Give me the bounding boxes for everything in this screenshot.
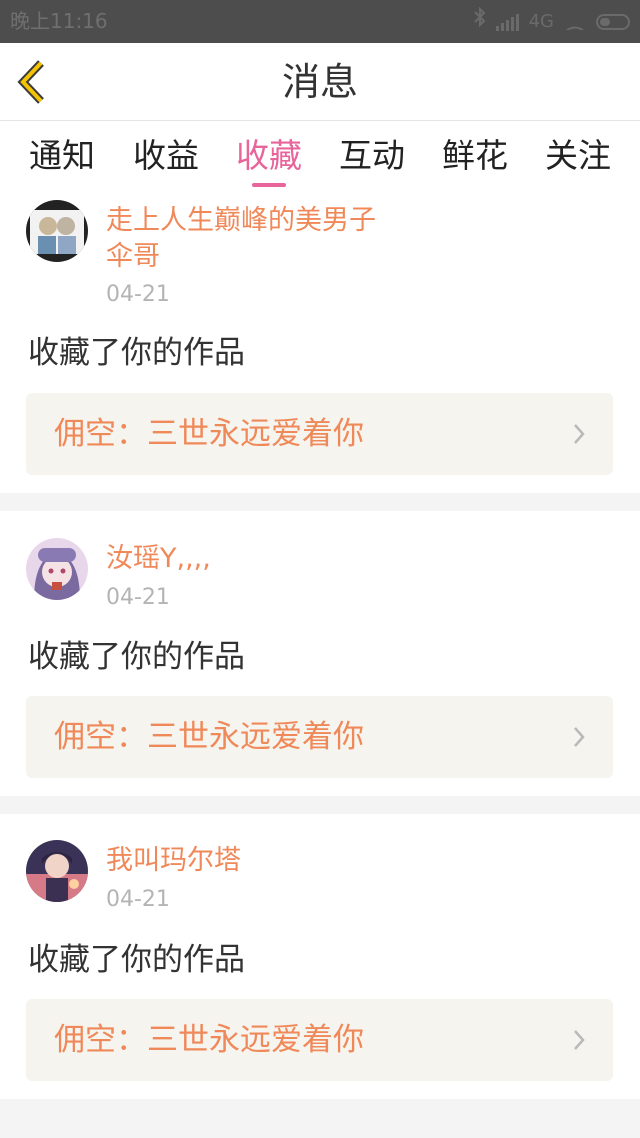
avatar[interactable]: [26, 840, 88, 902]
tab-label: 鲜花: [442, 136, 508, 175]
tab-label: 收藏: [236, 136, 302, 175]
username-line: 伞哥: [106, 241, 160, 272]
message-date: 04-21: [106, 887, 170, 912]
tab-bar: 通知 收益 收藏 互动 鲜花 关注: [0, 121, 640, 191]
tab-favorites[interactable]: 收藏: [219, 121, 319, 191]
tab-notifications[interactable]: 通知: [12, 121, 112, 191]
message-date: 04-21: [106, 585, 170, 610]
bluetooth-icon: [473, 0, 486, 43]
message-date: 04-21: [106, 282, 170, 307]
message-item: 汝瑶Y,,,, 04-21 收藏了你的作品 佣空：三世永远爱着你: [0, 511, 640, 796]
tab-interactions[interactable]: 互动: [322, 121, 422, 191]
username-line: 走上人生巅峰的美男子: [106, 205, 376, 236]
message-item: 我叫玛尔塔 04-21 收藏了你的作品 佣空：三世永远爱着你: [0, 814, 640, 1099]
work-title: 佣空：三世永远爱着你: [54, 416, 364, 452]
network-type: 4G: [528, 11, 554, 32]
action-text: 收藏了你的作品: [28, 942, 245, 978]
tab-label: 通知: [29, 136, 95, 175]
back-button[interactable]: [14, 57, 54, 107]
work-title: 佣空：三世永远爱着你: [54, 719, 364, 755]
work-link[interactable]: 佣空：三世永远爱着你: [26, 999, 613, 1081]
tab-label: 互动: [339, 136, 405, 175]
avatar[interactable]: [26, 200, 88, 262]
tab-earnings[interactable]: 收益: [116, 121, 216, 191]
signal-icon: [495, 13, 519, 31]
tab-flowers[interactable]: 鲜花: [425, 121, 525, 191]
message-item: 走上人生巅峰的美男子 伞哥 04-21 收藏了你的作品 佣空：三世永远爱着你: [0, 191, 640, 493]
username[interactable]: 我叫玛尔塔: [106, 843, 241, 879]
username[interactable]: 汝瑶Y,,,,: [106, 541, 211, 577]
chevron-left-icon: [17, 60, 44, 104]
status-time: 晚上11:16: [10, 9, 108, 33]
status-bar: 晚上11:16 4G: [0, 0, 640, 43]
action-text: 收藏了你的作品: [28, 639, 245, 675]
active-tab-indicator: [252, 183, 286, 187]
work-link[interactable]: 佣空：三世永远爱着你: [26, 696, 613, 778]
action-text: 收藏了你的作品: [28, 335, 245, 371]
tab-label: 收益: [133, 136, 199, 175]
work-title: 佣空：三世永远爱着你: [54, 1022, 364, 1058]
chevron-right-icon: [574, 1030, 585, 1050]
username[interactable]: 走上人生巅峰的美男子 伞哥: [106, 203, 376, 275]
battery-icon: [596, 13, 630, 30]
tab-following[interactable]: 关注: [528, 121, 628, 191]
work-link[interactable]: 佣空：三世永远爱着你: [26, 393, 613, 475]
chevron-right-icon: [574, 424, 585, 444]
app-header: 消息: [0, 43, 640, 121]
chevron-right-icon: [574, 727, 585, 747]
page-title: 消息: [281, 60, 358, 104]
wifi-icon: [564, 14, 586, 30]
tab-label: 关注: [545, 136, 611, 175]
avatar[interactable]: [26, 538, 88, 600]
status-icons: 4G: [473, 0, 630, 43]
